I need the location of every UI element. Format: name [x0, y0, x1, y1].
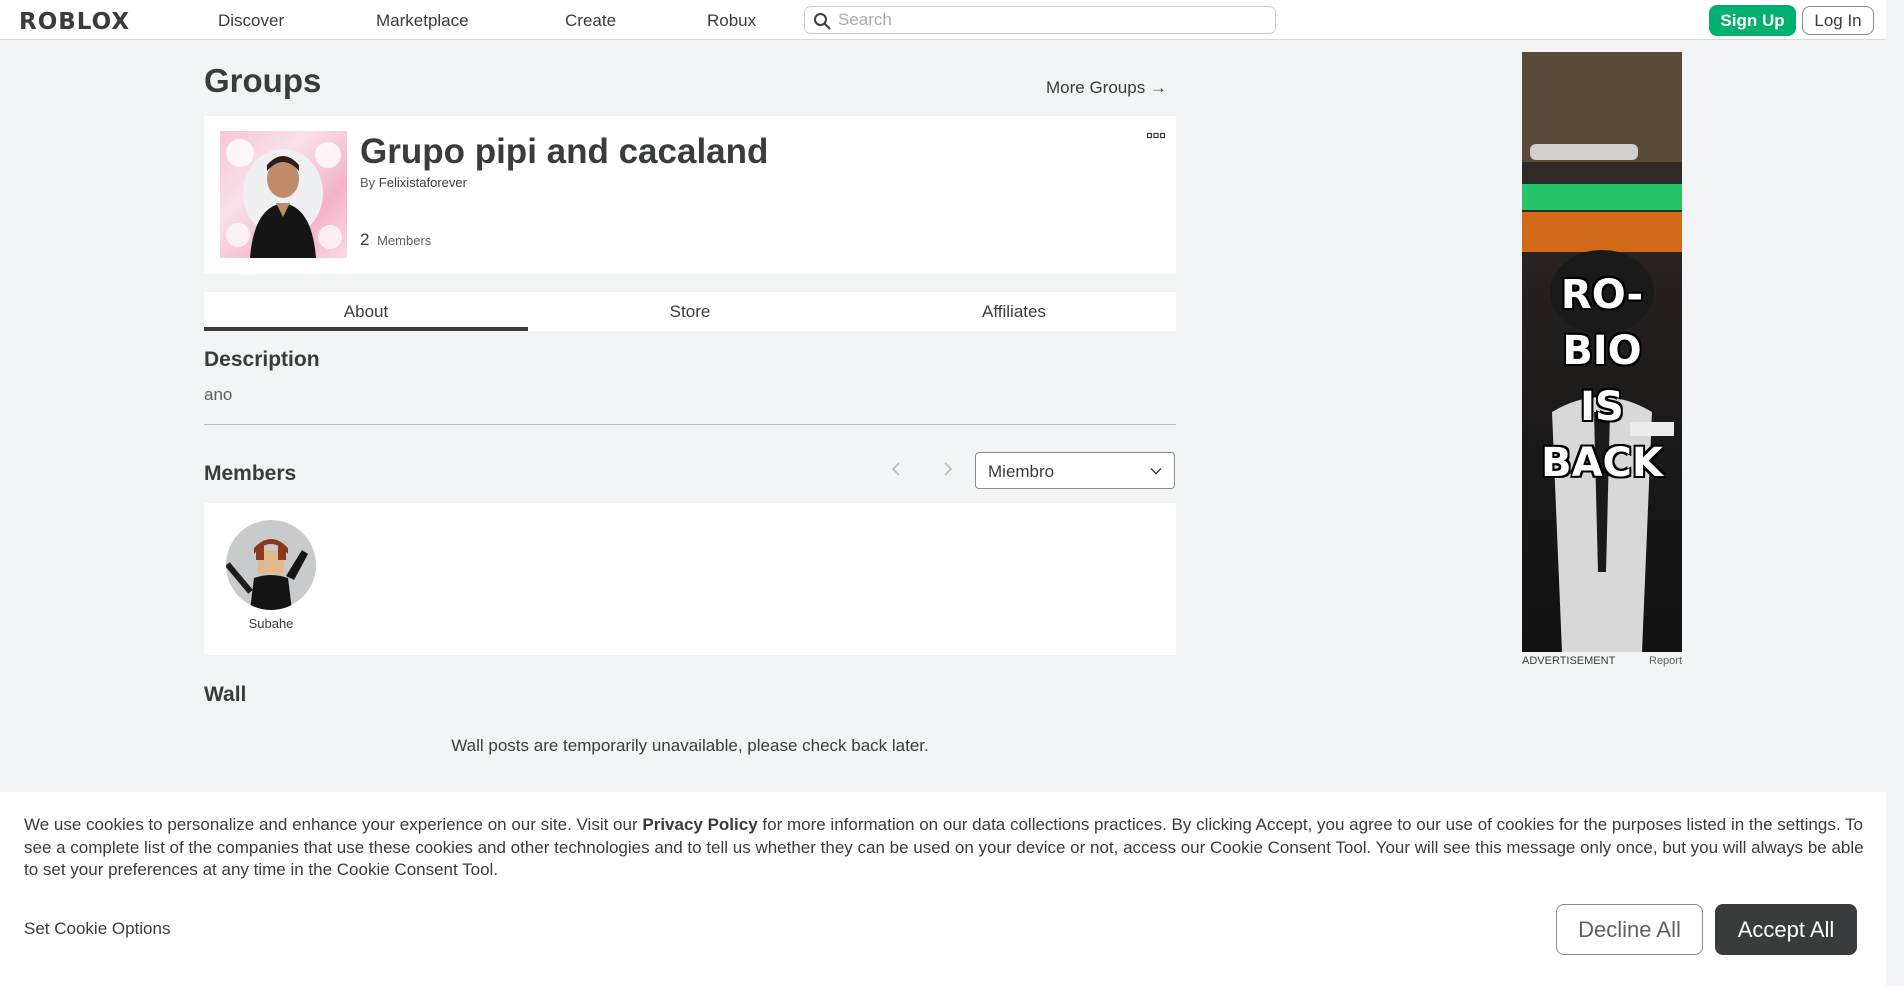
advertisement-label: ADVERTISEMENT: [1522, 655, 1616, 667]
group-owner-line: By Felixistaforever: [360, 175, 467, 190]
nav-link-discover[interactable]: Discover: [218, 11, 284, 31]
more-options-icon[interactable]: [1147, 132, 1165, 140]
group-member-count: 2 Members: [360, 230, 431, 250]
roblox-logo[interactable]: ROBLOX: [19, 9, 130, 35]
search-box[interactable]: [804, 6, 1276, 34]
accept-all-button[interactable]: Accept All: [1715, 904, 1857, 955]
group-tabs: About Store Affiliates: [204, 292, 1176, 331]
chevron-down-icon: [1150, 468, 1162, 475]
member-count-number: 2: [360, 230, 370, 249]
advertisement-banner[interactable]: RO-BIO IS BACK: [1522, 52, 1682, 652]
next-page-icon[interactable]: [940, 458, 956, 480]
nav-link-marketplace[interactable]: Marketplace: [376, 11, 469, 31]
nav-link-create[interactable]: Create: [565, 11, 616, 31]
cookie-consent-text: We use cookies to personalize and enhanc…: [24, 815, 1864, 879]
group-name: Grupo pipi and cacaland: [360, 132, 769, 171]
members-heading: Members: [204, 462, 297, 485]
by-label: By: [360, 175, 376, 190]
search-input[interactable]: [838, 10, 1258, 30]
role-select-dropdown[interactable]: Miembro: [975, 452, 1175, 489]
tab-about[interactable]: About: [204, 292, 528, 331]
tab-store[interactable]: Store: [528, 292, 852, 331]
decline-all-button[interactable]: Decline All: [1556, 904, 1703, 955]
description-heading: Description: [204, 348, 320, 371]
page-scrollbar[interactable]: [1886, 0, 1904, 986]
group-emblem-image: [220, 131, 347, 258]
page-title: Groups: [204, 62, 322, 99]
search-icon: [814, 13, 831, 30]
description-text: ano: [204, 385, 233, 404]
previous-page-icon[interactable]: [888, 458, 904, 480]
log-in-button[interactable]: Log In: [1802, 6, 1874, 35]
role-select-value: Miembro: [988, 462, 1055, 481]
tab-affiliates[interactable]: Affiliates: [852, 292, 1176, 331]
member-name[interactable]: Subahe: [226, 616, 316, 631]
group-header-card: Grupo pipi and cacaland By Felixistafore…: [204, 116, 1176, 274]
member-count-label: Members: [377, 233, 432, 248]
nav-link-robux[interactable]: Robux: [707, 11, 756, 31]
members-list: Subahe: [204, 503, 1176, 655]
ad-headline: RO-BIO IS BACK: [1541, 272, 1663, 486]
group-owner-link[interactable]: Felixistaforever: [379, 175, 467, 190]
privacy-policy-link[interactable]: Privacy Policy: [642, 815, 757, 834]
report-ad-link[interactable]: Report: [1649, 655, 1682, 667]
cookie-consent-banner: We use cookies to personalize and enhanc…: [0, 792, 1886, 986]
section-divider: [204, 424, 1176, 425]
wall-unavailable-message: Wall posts are temporarily unavailable, …: [451, 736, 929, 755]
sign-up-button[interactable]: Sign Up: [1709, 5, 1796, 36]
wall-heading: Wall: [204, 683, 247, 706]
set-cookie-options-link[interactable]: Set Cookie Options: [24, 919, 170, 939]
more-groups-link[interactable]: More Groups →: [1046, 78, 1167, 98]
top-navigation: ROBLOX Discover Marketplace Create Robux…: [0, 0, 1904, 40]
avatar[interactable]: [226, 520, 316, 610]
member-card[interactable]: Subahe: [226, 520, 316, 631]
